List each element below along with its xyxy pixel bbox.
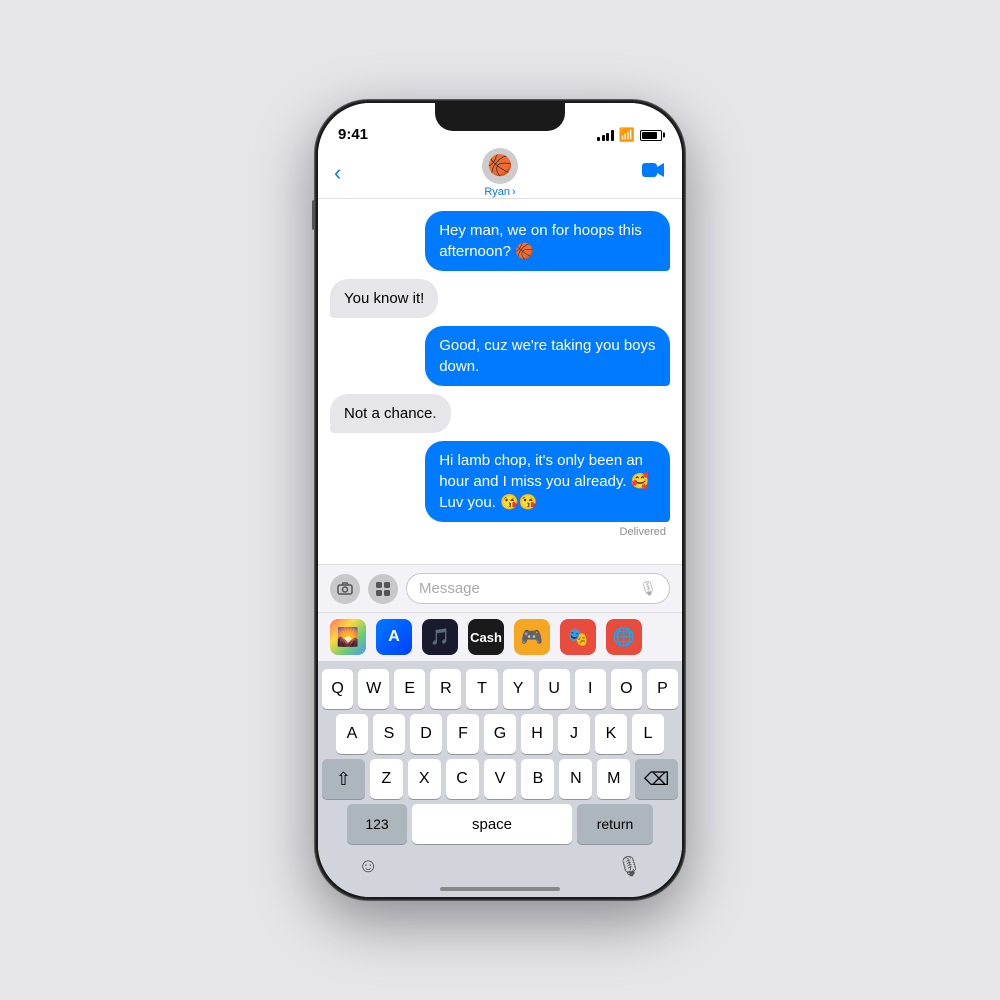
navigation-bar: ‹ 🏀 Ryan › — [318, 147, 682, 199]
key-f[interactable]: F — [447, 714, 479, 754]
message-row-2: You know it! — [330, 279, 670, 318]
key-k[interactable]: K — [595, 714, 627, 754]
nav-center[interactable]: 🏀 Ryan › — [482, 148, 518, 198]
key-d[interactable]: D — [410, 714, 442, 754]
key-u[interactable]: U — [539, 669, 570, 709]
key-z[interactable]: Z — [370, 759, 403, 799]
phone-frame: 9:41 📶 ‹ 🏀 Ryan › — [315, 100, 685, 900]
messages-area: Hey man, we on for hoops this afternoon?… — [318, 199, 682, 564]
battery-icon — [640, 130, 662, 141]
message-bubble-received: Not a chance. — [330, 394, 451, 433]
status-icons: 📶 — [597, 127, 662, 143]
phone-screen: 9:41 📶 ‹ 🏀 Ryan › — [318, 103, 682, 897]
key-p[interactable]: P — [647, 669, 678, 709]
key-s[interactable]: S — [373, 714, 405, 754]
camera-button[interactable] — [330, 574, 360, 604]
message-bubble-sent: Hey man, we on for hoops this afternoon?… — [425, 211, 670, 271]
key-y[interactable]: Y — [503, 669, 534, 709]
dictation-button[interactable]: 🎙 — [617, 854, 642, 879]
home-bar — [440, 887, 560, 891]
apps-button[interactable] — [368, 574, 398, 604]
translate-icon[interactable]: 🌐 — [606, 619, 642, 655]
message-row-1: Hey man, we on for hoops this afternoon?… — [330, 211, 670, 271]
app-icons-row: 🌄 A 🎵 Cash 🎮 🎭 🌐 — [318, 612, 682, 661]
key-i[interactable]: I — [575, 669, 606, 709]
message-row-4: Not a chance. — [330, 394, 670, 433]
key-w[interactable]: W — [358, 669, 389, 709]
signal-icon — [597, 129, 614, 141]
key-n[interactable]: N — [559, 759, 592, 799]
key-c[interactable]: C — [446, 759, 479, 799]
key-j[interactable]: J — [558, 714, 590, 754]
video-icon — [642, 161, 666, 179]
status-time: 9:41 — [338, 126, 368, 143]
audio-icon[interactable]: 🎵 — [422, 619, 458, 655]
message-bubble-received: You know it! — [330, 279, 438, 318]
space-key[interactable]: space — [412, 804, 572, 844]
keyboard-row-2: A S D F G H J K L — [322, 714, 678, 754]
video-call-button[interactable] — [642, 161, 666, 185]
key-b[interactable]: B — [521, 759, 554, 799]
contact-name: Ryan › — [484, 186, 515, 198]
message-placeholder: Message — [419, 580, 633, 597]
message-row-3: Good, cuz we're taking you boys down. — [330, 326, 670, 386]
input-bar: Message 🎙 — [318, 564, 682, 612]
key-h[interactable]: H — [521, 714, 553, 754]
cash-icon[interactable]: Cash — [468, 619, 504, 655]
back-button[interactable]: ‹ — [334, 160, 341, 186]
key-e[interactable]: E — [394, 669, 425, 709]
appstore-icon[interactable]: A — [376, 619, 412, 655]
shift-key[interactable]: ⇧ — [322, 759, 365, 799]
emoji-button[interactable]: ☺ — [358, 855, 378, 878]
key-l[interactable]: L — [632, 714, 664, 754]
photos-app-icon[interactable]: 🌄 — [330, 619, 366, 655]
keyboard-row-1: Q W E R T Y U I O P — [322, 669, 678, 709]
delivered-status: Delivered — [330, 526, 670, 538]
key-v[interactable]: V — [484, 759, 517, 799]
bottom-bar: ☺ 🎙 — [318, 853, 682, 887]
key-o[interactable]: O — [611, 669, 642, 709]
key-r[interactable]: R — [430, 669, 461, 709]
numbers-key[interactable]: 123 — [347, 804, 407, 844]
key-g[interactable]: G — [484, 714, 516, 754]
home-indicator — [318, 887, 682, 897]
game-icon-1[interactable]: 🎮 — [514, 619, 550, 655]
notch — [435, 103, 565, 131]
game-icon-2[interactable]: 🎭 — [560, 619, 596, 655]
key-a[interactable]: A — [336, 714, 368, 754]
key-m[interactable]: M — [597, 759, 630, 799]
wifi-icon: 📶 — [619, 127, 635, 143]
return-key[interactable]: return — [577, 804, 653, 844]
key-x[interactable]: X — [408, 759, 441, 799]
backspace-key[interactable]: ⌫ — [635, 759, 678, 799]
mic-icon: 🎙 — [639, 580, 657, 597]
keyboard-row-3: ⇧ Z X C V B N M ⌫ — [322, 759, 678, 799]
key-q[interactable]: Q — [322, 669, 353, 709]
message-bubble-sent: Good, cuz we're taking you boys down. — [425, 326, 670, 386]
message-bubble-sent: Hi lamb chop, it's only been an hour and… — [425, 441, 670, 522]
keyboard: Q W E R T Y U I O P A S D F G H J K — [318, 661, 682, 853]
keyboard-row-4: 123 space return — [322, 804, 678, 844]
contact-avatar: 🏀 — [482, 148, 518, 184]
key-t[interactable]: T — [466, 669, 497, 709]
message-input[interactable]: Message 🎙 — [406, 573, 670, 604]
message-row-5: Hi lamb chop, it's only been an hour and… — [330, 441, 670, 522]
